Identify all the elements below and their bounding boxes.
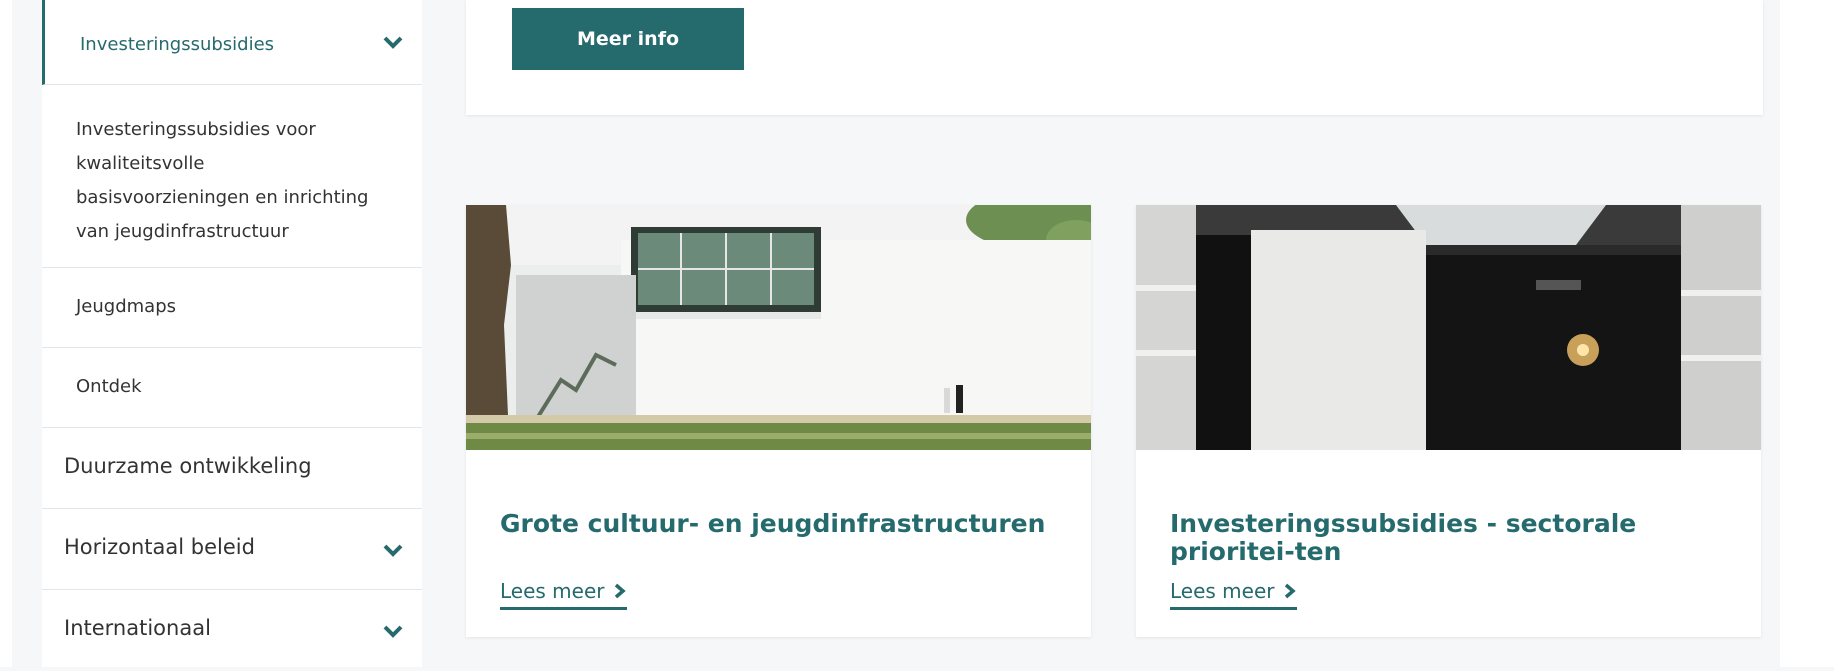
sidebar-item-duurzame-ontwikkeling[interactable]: Duurzame ontwikkeling [42,428,422,509]
sidebar-item-label: Ontdek [76,376,142,397]
sidebar-item-label: Investeringssubsidies [80,34,275,55]
sidebar-item-label: Investeringssubsidies voor kwaliteitsvol… [76,119,369,242]
sidebar-item-investeringssubsidies[interactable]: Investeringssubsidies [42,0,422,85]
info-card: Meer info [466,0,1763,115]
lees-meer-label: Lees meer [1170,579,1275,603]
chevron-down-icon[interactable] [382,539,404,561]
teaser-card-grote-infrastructuren[interactable]: Grote cultuur- en jeugdinfrastructuren L… [466,205,1091,637]
lees-meer-link[interactable]: Lees meer [500,579,627,610]
sidebar-item-label: Internationaal [64,616,211,640]
lees-meer-label: Lees meer [500,579,605,603]
meer-info-button[interactable]: Meer info [512,8,744,70]
chevron-right-icon [1284,583,1296,599]
sidebar-subitem-investeringssubsidies-basisvoorzieningen[interactable]: Investeringssubsidies voor kwaliteitsvol… [42,85,422,268]
lees-meer-link[interactable]: Lees meer [1170,579,1297,610]
page-edge-right [1780,0,1834,667]
sidebar-item-label: Horizontaal beleid [64,535,255,559]
sidebar-nav: Investeringssubsidies Investeringssubsid… [42,0,422,667]
sidebar-item-internationaal[interactable]: Internationaal [42,590,422,671]
sidebar-subitem-ontdek[interactable]: Ontdek [42,348,422,428]
chevron-down-icon[interactable] [382,31,404,53]
chevron-down-icon[interactable] [382,620,404,642]
sidebar-item-horizontaal-beleid[interactable]: Horizontaal beleid [42,509,422,590]
page-edge [0,0,12,667]
card-title[interactable]: Grote cultuur- en jeugdinfrastructuren [500,510,1060,538]
chevron-right-icon [614,583,626,599]
hall-photo [1136,205,1761,450]
sidebar-subitem-jeugdmaps[interactable]: Jeugdmaps [42,268,422,348]
teaser-card-sectorale-prioriteiten[interactable]: Investeringssubsidies - sectorale priori… [1136,205,1761,637]
card-title[interactable]: Investeringssubsidies - sectorale priori… [1170,510,1730,566]
building-photo [466,205,1091,450]
sidebar-item-label: Jeugdmaps [76,296,177,317]
sidebar-item-label: Duurzame ontwikkeling [64,454,312,478]
